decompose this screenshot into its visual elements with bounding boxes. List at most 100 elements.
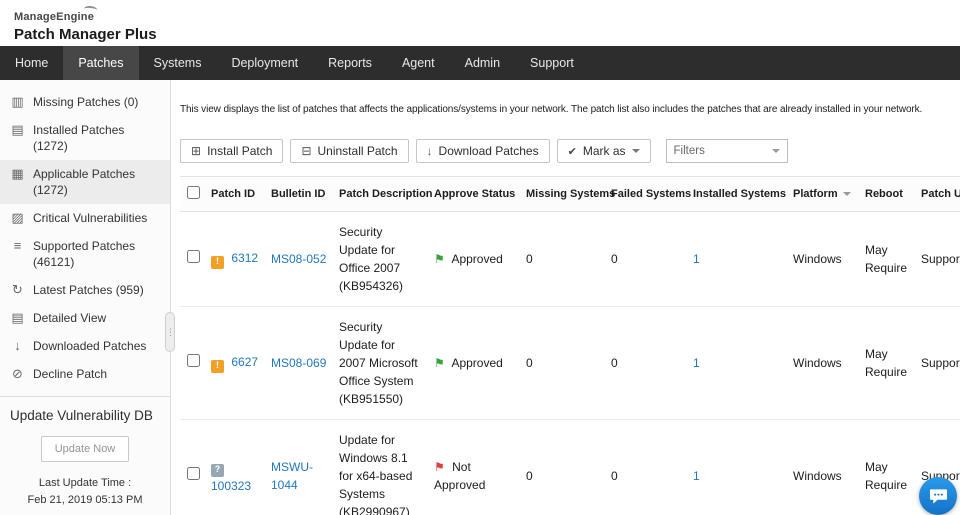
approve-flag-icon: ⚑ [434, 460, 445, 474]
chat-support-button[interactable] [919, 477, 957, 515]
installed-systems-link[interactable]: 1 [693, 356, 700, 370]
installed-systems-link[interactable]: 1 [693, 469, 700, 483]
sidebar-item-label: Installed Patches (1272) [33, 123, 125, 153]
grip-icon: ⋮ [166, 326, 175, 337]
reboot-cell: May Require [860, 419, 916, 515]
filters-label: Filters [673, 145, 705, 157]
patch-description-cell: Security Update for Office 2007 (KB95432… [334, 211, 429, 307]
patch-uninstallation-cell: Supported [916, 211, 960, 307]
patch-severity-icon: ? [211, 463, 224, 477]
sidebar-item-supported-patches[interactable]: ≡ Supported Patches (46121) [0, 232, 170, 276]
logo-swoosh-icon [83, 5, 98, 14]
sidebar-item-critical-vulnerabilities[interactable]: ▨ Critical Vulnerabilities [0, 204, 170, 232]
missing-patches-icon: ▥ [11, 94, 24, 109]
last-update-value: Feb 21, 2019 05:13 PM [27, 494, 143, 507]
patches-main-panel: This view displays the list of patches t… [171, 80, 960, 515]
sidebar-item-label: Supported Patches (46121) [33, 239, 136, 269]
nav-item-patches[interactable]: Patches [63, 46, 139, 80]
nav-item-admin[interactable]: Admin [450, 46, 515, 80]
bulletin-id-link[interactable]: MS08-052 [271, 252, 326, 266]
product-title: Patch Manager Plus [14, 26, 157, 43]
last-update-label: Last Update Time : [38, 477, 132, 489]
decline-patch-icon: ⊘ [12, 366, 23, 381]
column-header-patch-uninstallation: Patch Uninst [916, 176, 960, 212]
install-icon: ⊞ [191, 144, 202, 158]
nav-item-reports[interactable]: Reports [313, 46, 387, 80]
column-header-failed-systems: Failed Systems [606, 176, 691, 212]
nav-item-agent[interactable]: Agent [387, 46, 450, 80]
chevron-down-icon [631, 149, 640, 153]
table-row: ! 6312 MS08-052 Security Update for Offi… [180, 211, 960, 307]
platform-filter-icon[interactable] [842, 192, 851, 196]
bulletin-id-link[interactable]: MS08-069 [271, 356, 326, 370]
row-checkbox[interactable] [186, 354, 200, 367]
sidebar-item-label: Missing Patches (0) [33, 95, 139, 109]
bulletin-id-link[interactable]: MSWU-1044 [271, 460, 313, 492]
applicable-patches-icon: ▦ [11, 166, 24, 181]
update-vulnerability-db-section: Update Vulnerability DB Update Now Last … [0, 396, 170, 515]
critical-vulnerabilities-icon: ▨ [11, 210, 24, 225]
nav-item-home[interactable]: Home [0, 46, 63, 80]
reboot-cell: May Require [860, 211, 916, 307]
sidebar-item-installed-patches[interactable]: ▤ Installed Patches (1272) [0, 116, 170, 160]
brand-header: ManageEngine Patch Manager Plus [0, 0, 960, 46]
manageengine-logo-text: ManageEngine [14, 11, 95, 23]
detailed-view-icon: ▤ [11, 310, 24, 325]
view-description: This view displays the list of patches t… [180, 104, 923, 115]
sidebar-item-missing-patches[interactable]: ▥ Missing Patches (0) [0, 88, 170, 116]
sidebar-item-downloaded-patches[interactable]: ↓ Downloaded Patches [0, 332, 170, 360]
patch-severity-icon: ! [211, 255, 224, 269]
row-checkbox[interactable] [186, 467, 200, 480]
app-window: ManageEngine Patch Manager Plus Home Pat… [0, 0, 960, 515]
uninstall-patch-label: Uninstall Patch [317, 144, 398, 158]
platform-cell: Windows [788, 306, 860, 420]
sidebar: ▥ Missing Patches (0) ▤ Installed Patche… [0, 80, 171, 515]
sidebar-item-latest-patches[interactable]: ↻ Latest Patches (959) [0, 276, 170, 304]
nav-item-support[interactable]: Support [515, 46, 589, 80]
platform-cell: Windows [788, 419, 860, 515]
patch-id-link[interactable]: 6627 [231, 355, 258, 369]
patch-uninstallation-cell: Supported [916, 306, 960, 420]
installed-systems-link[interactable]: 1 [693, 252, 700, 266]
failed-systems-cell: 0 [606, 211, 688, 307]
failed-systems-cell: 0 [606, 306, 688, 420]
sidebar-item-label: Downloaded Patches [33, 339, 147, 353]
column-header-platform: Platform [788, 176, 860, 212]
downloaded-patches-icon: ↓ [14, 338, 21, 353]
patch-id-link[interactable]: 100323 [211, 479, 251, 493]
main-nav: Home Patches Systems Deployment Reports … [0, 46, 960, 80]
sidebar-item-detailed-view[interactable]: ▤ Detailed View [0, 304, 170, 332]
row-checkbox[interactable] [186, 250, 200, 263]
uninstall-icon: ⊟ [301, 144, 312, 158]
filters-dropdown[interactable]: Filters [665, 139, 788, 163]
mark-as-button[interactable]: ✔ Mark as [556, 139, 651, 163]
column-header-missing-systems: Missing Systems [521, 176, 615, 212]
column-header-patch-description: Patch Description [334, 176, 433, 212]
column-header-patch-id: Patch ID [206, 176, 266, 212]
select-all-checkbox[interactable] [186, 186, 200, 199]
sidebar-collapse-handle[interactable]: ⋮ [165, 312, 175, 352]
patch-id-link[interactable]: 6312 [231, 251, 258, 265]
column-header-bulletin-id: Bulletin ID [266, 176, 334, 212]
nav-item-systems[interactable]: Systems [139, 46, 217, 80]
update-db-title: Update Vulnerability DB [10, 408, 153, 423]
download-patches-label: Download Patches [438, 144, 539, 158]
update-now-button[interactable]: Update Now [40, 436, 130, 462]
sidebar-item-label: Critical Vulnerabilities [33, 211, 148, 225]
table-row: ! 6627 MS08-069 Security Update for 2007… [180, 306, 960, 420]
missing-systems-cell: 0 [521, 419, 606, 515]
uninstall-patch-button[interactable]: ⊟ Uninstall Patch [290, 139, 409, 163]
table-row: ? 100323 MSWU-1044 Update for Windows 8.… [180, 419, 960, 515]
sidebar-item-decline-patch[interactable]: ⊘ Decline Patch [0, 360, 170, 388]
approve-flag-icon: ⚑ [434, 252, 445, 266]
nav-item-deployment[interactable]: Deployment [216, 46, 313, 80]
sidebar-item-applicable-patches[interactable]: ▦ Applicable Patches (1272) [0, 160, 170, 204]
approve-status-text: Approved [451, 356, 503, 370]
mark-as-label: Mark as [582, 144, 626, 158]
download-patches-button[interactable]: ↓ Download Patches [415, 139, 550, 163]
reboot-cell: May Require [860, 306, 916, 420]
install-patch-button[interactable]: ⊞ Install Patch [180, 139, 284, 163]
installed-patches-icon: ▤ [11, 122, 24, 137]
missing-systems-cell: 0 [521, 306, 606, 420]
patch-description-cell: Security Update for 2007 Microsoft Offic… [334, 306, 429, 420]
